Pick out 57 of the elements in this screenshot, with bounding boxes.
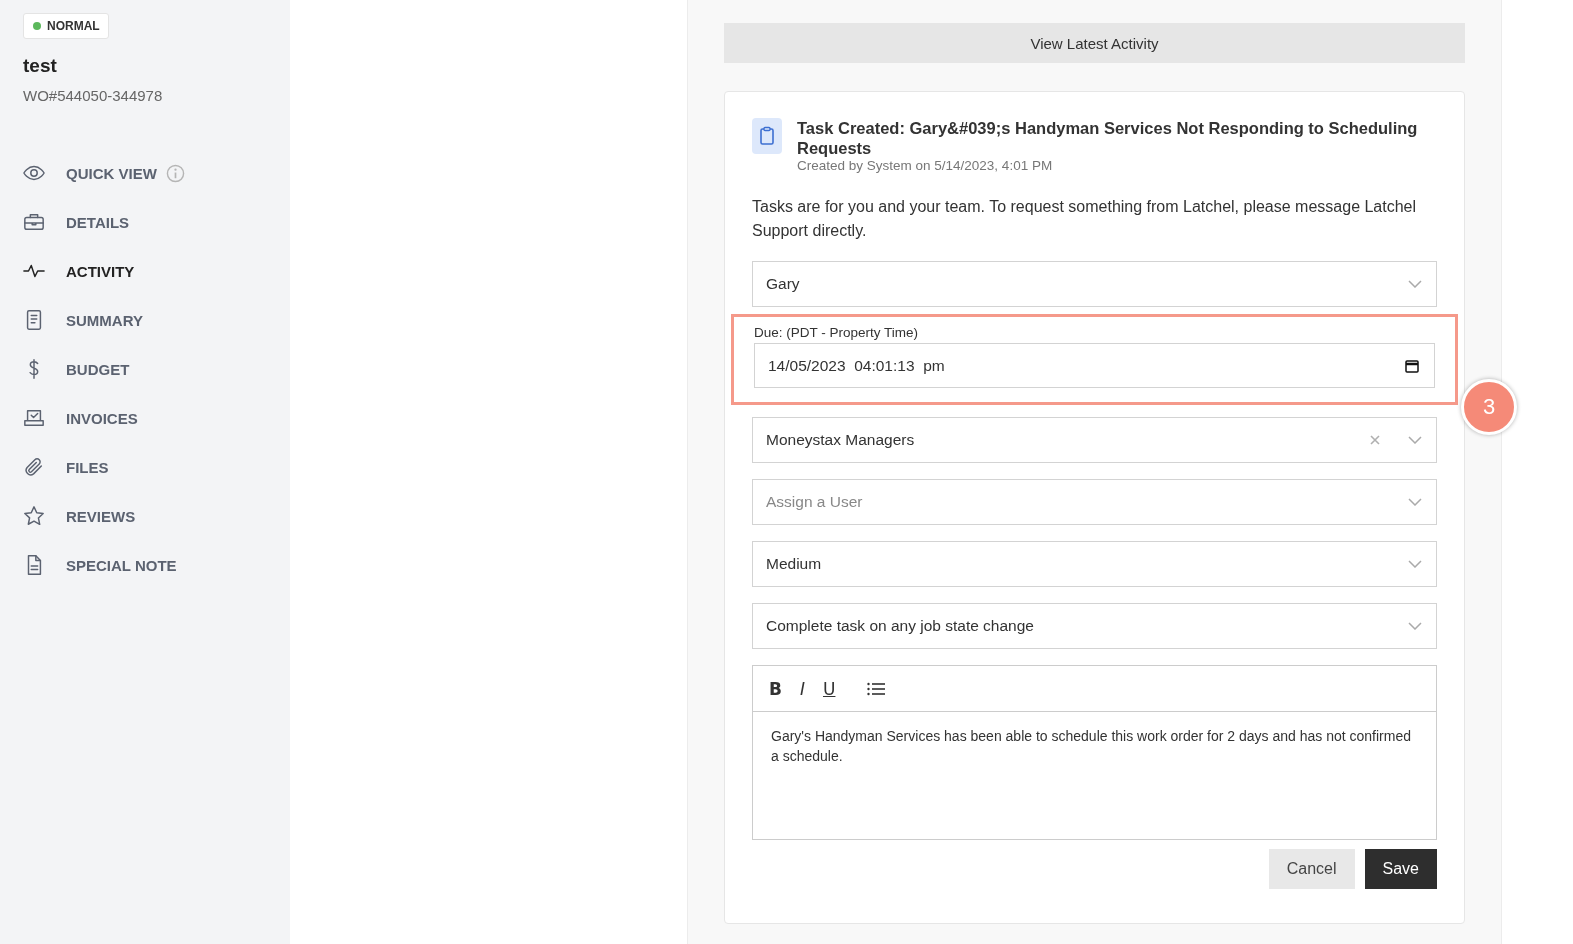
select-value: Gary bbox=[766, 275, 800, 293]
italic-button[interactable]: I bbox=[795, 678, 809, 699]
nav-item[interactable]: QUICK VIEW bbox=[23, 160, 290, 186]
star-icon bbox=[23, 505, 45, 527]
chevron-down-icon bbox=[1408, 498, 1422, 506]
tray-check-icon bbox=[23, 407, 45, 429]
select-field[interactable]: Complete task on any job state change bbox=[752, 603, 1437, 649]
datetime-field[interactable]: 14/05/2023 04:01:13 pm bbox=[754, 343, 1435, 388]
nav-label: ACTIVITY bbox=[66, 262, 135, 280]
select-field[interactable]: Medium bbox=[752, 541, 1437, 587]
chevron-down-icon bbox=[1408, 280, 1422, 288]
nav-item[interactable]: SPECIAL NOTE bbox=[23, 552, 290, 578]
datetime-value: 14/05/2023 04:01:13 pm bbox=[768, 356, 945, 375]
due-label: Due: (PDT - Property Time) bbox=[754, 325, 920, 340]
nav-label: INVOICES bbox=[66, 409, 138, 427]
nav-label: DETAILS bbox=[66, 213, 130, 231]
nav-item[interactable]: DETAILS bbox=[23, 209, 290, 235]
nav-label: SUMMARY bbox=[66, 311, 143, 329]
chevron-down-icon bbox=[1408, 436, 1422, 444]
task-meta: Created by System on 5/14/2023, 4:01 PM bbox=[797, 158, 1054, 173]
cancel-button[interactable]: Cancel bbox=[1268, 849, 1355, 889]
select-field[interactable]: Moneystax Managers bbox=[752, 417, 1437, 463]
task-title: Task Created: Gary&#039;s Handyman Services Not Responding to Scheduling Requests bbox=[797, 118, 1419, 158]
nav-item[interactable]: ACTIVITY bbox=[23, 258, 290, 284]
underline-button[interactable]: U bbox=[819, 678, 840, 699]
view-latest-activity-button[interactable]: View Latest Activity bbox=[724, 23, 1465, 63]
nav-label: QUICK VIEW bbox=[66, 164, 157, 182]
nav-item[interactable]: FILES bbox=[23, 454, 290, 480]
work-order-title: test bbox=[23, 55, 58, 77]
bullet-list-icon[interactable] bbox=[867, 681, 886, 696]
bold-button[interactable]: B bbox=[765, 678, 786, 699]
status-label: NORMAL bbox=[47, 19, 100, 33]
select-field[interactable]: Gary bbox=[752, 261, 1437, 307]
nav-item[interactable]: INVOICES bbox=[23, 405, 290, 431]
select-value: Moneystax Managers bbox=[766, 431, 915, 449]
clipboard-icon bbox=[752, 118, 782, 154]
nav-label: BUDGET bbox=[66, 360, 130, 378]
nav-item[interactable]: BUDGET bbox=[23, 356, 290, 382]
task-notice: Tasks are for you and your team. To request something from Latchel, please message Latchel Support directly. bbox=[752, 197, 1418, 241]
select-field[interactable]: Assign a User bbox=[752, 479, 1437, 525]
briefcase-icon bbox=[23, 211, 45, 233]
save-button[interactable]: Save bbox=[1364, 849, 1437, 889]
select-placeholder: Assign a User bbox=[766, 493, 863, 511]
nav-label: SPECIAL NOTE bbox=[66, 556, 177, 574]
nav-item[interactable]: REVIEWS bbox=[23, 503, 290, 529]
nav-item[interactable]: SUMMARY bbox=[23, 307, 290, 333]
paperclip-icon bbox=[23, 456, 45, 478]
chevron-down-icon bbox=[1408, 622, 1422, 630]
step-marker: 3 bbox=[1461, 379, 1517, 435]
calendar-icon[interactable] bbox=[1405, 358, 1419, 373]
nav-label: REVIEWS bbox=[66, 507, 136, 525]
work-order-number: WO#544050-344978 bbox=[23, 87, 164, 104]
select-value: Complete task on any job state change bbox=[766, 617, 1034, 635]
select-value: Medium bbox=[766, 555, 822, 573]
nav-label: FILES bbox=[66, 458, 109, 476]
chevron-down-icon bbox=[1408, 560, 1422, 568]
editor-text[interactable]: Gary's Handyman Services has been able to schedule this work order for 2 days and has not confirmed a schedule. bbox=[753, 712, 1436, 839]
